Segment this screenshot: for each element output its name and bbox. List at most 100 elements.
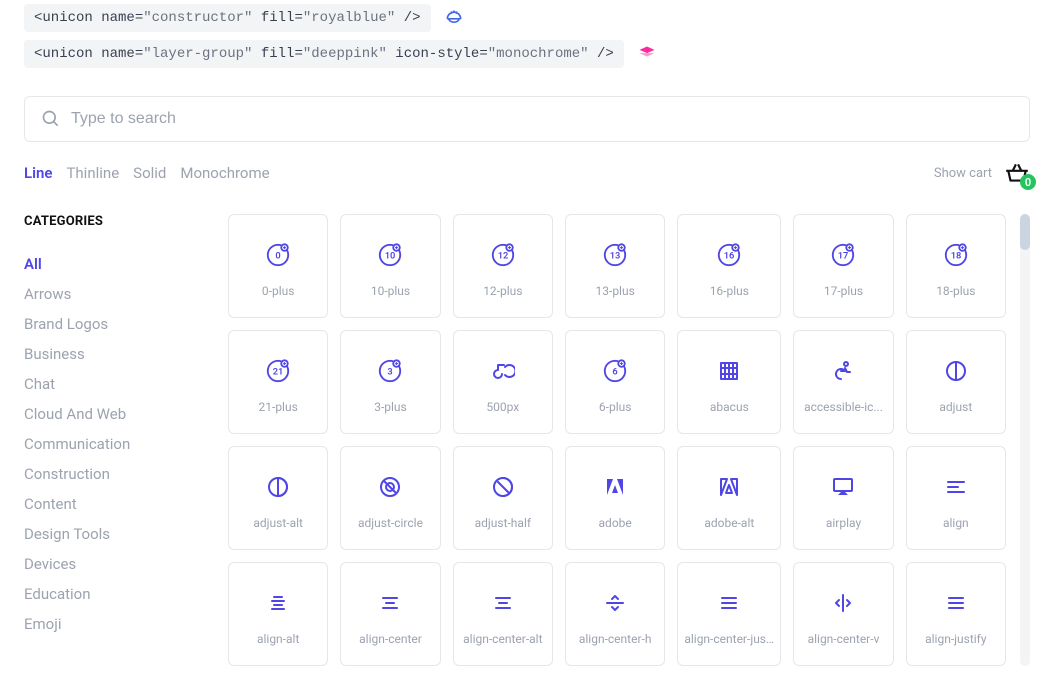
13-plus-icon: 13 — [600, 240, 630, 270]
icon-label: align-center-alt — [463, 632, 542, 646]
adjust-icon — [941, 356, 971, 386]
airplay-icon — [828, 472, 858, 502]
scrollbar[interactable] — [1020, 214, 1030, 666]
icon-label: align-center-v — [808, 632, 880, 646]
category-chat[interactable]: Chat — [24, 369, 204, 399]
icon-label: 13-plus — [596, 284, 635, 298]
category-design-tools[interactable]: Design Tools — [24, 519, 204, 549]
search-icon — [41, 109, 71, 129]
icon-card-accessible-ic...[interactable]: accessible-ic... — [793, 330, 893, 434]
align-alt-icon — [263, 588, 293, 618]
icon-card-align-alt[interactable]: align-alt — [228, 562, 328, 666]
21-plus-icon: 21 — [263, 356, 293, 386]
svg-text:0: 0 — [276, 251, 281, 262]
adjust-circle-icon — [375, 472, 405, 502]
categories-sidebar: CATEGORIES AllArrowsBrand LogosBusinessC… — [24, 214, 204, 666]
icon-label: align-center — [359, 632, 422, 646]
adjust-alt-icon — [263, 472, 293, 502]
align-center-h-icon — [600, 588, 630, 618]
tab-thinline[interactable]: Thinline — [66, 164, 119, 182]
icon-card-18-plus[interactable]: 18 18-plus — [906, 214, 1006, 318]
icon-label: 12-plus — [483, 284, 522, 298]
icon-label: abacus — [710, 400, 749, 414]
code-example-row: <unicon name="constructor" fill="royalbl… — [24, 4, 1030, 32]
icon-card-align[interactable]: align — [906, 446, 1006, 550]
category-communication[interactable]: Communication — [24, 429, 204, 459]
icon-card-airplay[interactable]: airplay — [793, 446, 893, 550]
align-center-icon — [375, 588, 405, 618]
category-construction[interactable]: Construction — [24, 459, 204, 489]
icon-card-adobe[interactable]: adobe — [565, 446, 665, 550]
search-container — [24, 96, 1030, 142]
icon-card-adobe-alt[interactable]: adobe-alt — [677, 446, 781, 550]
align-center-v-icon — [828, 588, 858, 618]
search-box[interactable] — [24, 96, 1030, 142]
show-cart-link[interactable]: Show cart — [934, 166, 992, 181]
icon-card-21-plus[interactable]: 21 21-plus — [228, 330, 328, 434]
style-tabs: Line Thinline Solid Monochrome — [24, 164, 270, 182]
icon-card-align-center-justify[interactable]: align-center-justify — [677, 562, 781, 666]
icon-card-500px[interactable]: 500px — [453, 330, 553, 434]
500px-icon — [488, 356, 518, 386]
icon-card-adjust-alt[interactable]: adjust-alt — [228, 446, 328, 550]
icon-label: align-center-h — [579, 632, 652, 646]
icon-card-align-center-v[interactable]: align-center-v — [793, 562, 893, 666]
6-plus-icon: 6 — [600, 356, 630, 386]
tab-line[interactable]: Line — [24, 164, 52, 182]
svg-text:6: 6 — [613, 367, 618, 378]
icon-label: align-alt — [257, 632, 299, 646]
icon-card-align-center-h[interactable]: align-center-h — [565, 562, 665, 666]
svg-text:12: 12 — [498, 251, 509, 262]
icon-card-16-plus[interactable]: 1616-plus — [677, 214, 781, 318]
icon-card-17-plus[interactable]: 1717-plus — [793, 214, 893, 318]
adobe-alt-icon — [714, 472, 744, 502]
category-business[interactable]: Business — [24, 339, 204, 369]
10-plus-icon: 10 — [375, 240, 405, 270]
align-justify-icon — [941, 588, 971, 618]
layer-group-icon — [636, 43, 658, 65]
icon-card-3-plus[interactable]: 33-plus — [340, 330, 440, 434]
icon-label: 21-plus — [259, 400, 298, 414]
align-icon — [941, 472, 971, 502]
icon-label: accessible-ic... — [804, 400, 883, 414]
icon-card-align-justify[interactable]: align-justify — [906, 562, 1006, 666]
icon-card-adjust-half[interactable]: adjust-half — [453, 446, 553, 550]
svg-text:21: 21 — [273, 367, 284, 378]
cart-count-badge: 0 — [1020, 174, 1036, 190]
icon-label: adjust — [939, 400, 972, 414]
scrollbar-thumb[interactable] — [1020, 214, 1030, 250]
category-arrows[interactable]: Arrows — [24, 279, 204, 309]
svg-text:18: 18 — [951, 251, 962, 262]
code-example-2: <unicon name="layer-group" fill="deeppin… — [24, 40, 624, 68]
icon-card-10-plus[interactable]: 1010-plus — [340, 214, 440, 318]
category-education[interactable]: Education — [24, 579, 204, 609]
icon-card-0-plus[interactable]: 00-plus — [228, 214, 328, 318]
icon-label: 18-plus — [936, 284, 975, 298]
icon-card-12-plus[interactable]: 12 12-plus — [453, 214, 553, 318]
icon-label: adobe-alt — [704, 516, 754, 530]
16-plus-icon: 16 — [714, 240, 744, 270]
tab-solid[interactable]: Solid — [133, 164, 166, 182]
category-content[interactable]: Content — [24, 489, 204, 519]
svg-text:3: 3 — [388, 367, 393, 378]
svg-text:16: 16 — [724, 251, 735, 262]
icon-card-adjust[interactable]: adjust — [906, 330, 1006, 434]
category-cloud-and-web[interactable]: Cloud And Web — [24, 399, 204, 429]
icon-card-align-center-alt[interactable]: align-center-alt — [453, 562, 553, 666]
category-devices[interactable]: Devices — [24, 549, 204, 579]
tab-monochrome[interactable]: Monochrome — [180, 164, 269, 182]
constructor-icon — [443, 7, 465, 29]
icon-card-adjust-circle[interactable]: adjust-circle — [340, 446, 440, 550]
category-all[interactable]: All — [24, 249, 204, 279]
icon-label: adobe — [599, 516, 632, 530]
icon-card-13-plus[interactable]: 13 13-plus — [565, 214, 665, 318]
align-center-alt-icon — [488, 588, 518, 618]
icon-card-align-center[interactable]: align-center — [340, 562, 440, 666]
search-input[interactable] — [71, 110, 1013, 128]
icon-card-6-plus[interactable]: 66-plus — [565, 330, 665, 434]
icon-card-abacus[interactable]: abacus — [677, 330, 781, 434]
category-emoji[interactable]: Emoji — [24, 609, 204, 639]
icon-label: 500px — [486, 400, 519, 414]
cart-button[interactable]: 0 — [1004, 160, 1030, 186]
category-brand-logos[interactable]: Brand Logos — [24, 309, 204, 339]
